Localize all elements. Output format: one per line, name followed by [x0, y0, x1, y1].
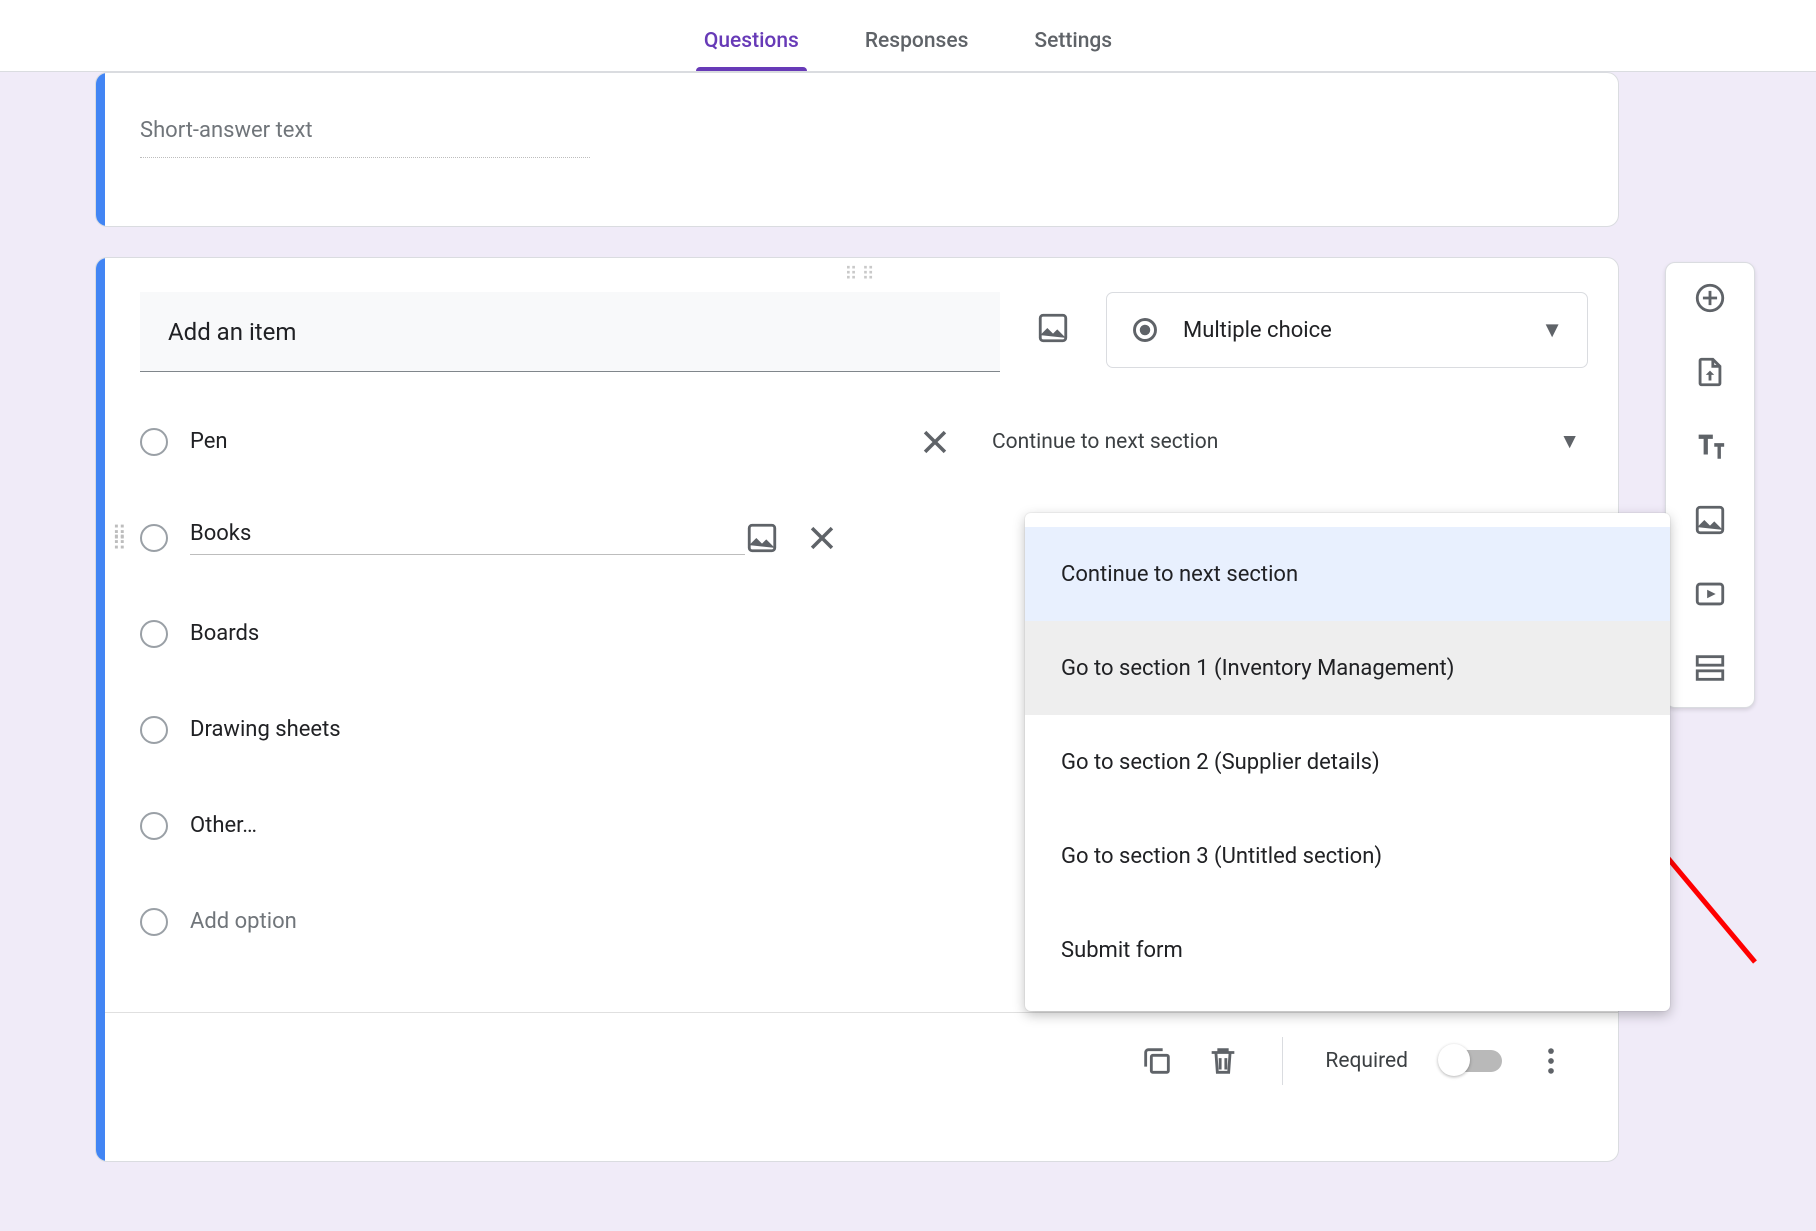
remove-option-icon[interactable] [805, 521, 839, 555]
option-drag-handle[interactable]: ⠿⠿ [112, 528, 129, 548]
form-tabs: Questions Responses Settings [0, 0, 1816, 72]
tab-settings[interactable]: Settings [1026, 29, 1120, 71]
question-type-selector[interactable]: Multiple choice ▼ [1106, 292, 1588, 368]
add-title-button[interactable] [1693, 429, 1727, 467]
import-questions-button[interactable] [1693, 355, 1727, 393]
add-section-button[interactable] [1693, 651, 1727, 689]
required-toggle[interactable] [1440, 1050, 1502, 1072]
question-header: Add an item Multiple choice ▼ [105, 292, 1618, 372]
route-option-section3[interactable]: Go to section 3 (Untitled section) [1025, 809, 1670, 903]
image-icon [1036, 311, 1070, 345]
question-type-label: Multiple choice [1183, 318, 1332, 343]
more-options-button[interactable] [1534, 1044, 1568, 1078]
section-icon [1693, 651, 1727, 685]
import-icon [1693, 355, 1727, 389]
route-dropdown-menu[interactable]: Continue to next section Go to section 1… [1025, 513, 1670, 1011]
route-label: Continue to next section [992, 430, 1218, 454]
route-option-section1[interactable]: Go to section 1 (Inventory Management) [1025, 621, 1670, 715]
side-toolbar [1665, 262, 1755, 708]
option-radio [140, 620, 168, 648]
tab-questions[interactable]: Questions [696, 29, 807, 71]
option-text-input[interactable]: Pen [190, 429, 918, 455]
dropdown-arrow-icon: ▼ [1559, 430, 1580, 454]
question-footer: Required [105, 1012, 1618, 1108]
option-radio [140, 812, 168, 840]
tab-responses[interactable]: Responses [857, 29, 977, 71]
option-row[interactable]: Pen Continue to next section ▼ [140, 394, 1588, 490]
option-text-input[interactable]: Books [190, 521, 745, 555]
short-answer-placeholder: Short-answer text [140, 118, 313, 143]
route-option-section2[interactable]: Go to section 2 (Supplier details) [1025, 715, 1670, 809]
route-option-continue[interactable]: Continue to next section [1025, 527, 1670, 621]
route-selector[interactable]: Continue to next section ▼ [988, 414, 1588, 470]
footer-divider [1282, 1037, 1283, 1085]
delete-button[interactable] [1206, 1044, 1240, 1078]
question-add-image-button[interactable] [1022, 297, 1084, 359]
option-radio [140, 524, 168, 552]
text-icon [1693, 429, 1727, 463]
video-icon [1693, 577, 1727, 611]
question-card-short-answer[interactable]: Short-answer text [95, 72, 1619, 227]
radio-icon [1131, 316, 1159, 344]
image-icon [1693, 503, 1727, 537]
remove-option-icon[interactable] [918, 425, 952, 459]
required-label: Required [1325, 1049, 1408, 1073]
option-radio [140, 716, 168, 744]
add-image-button[interactable] [1693, 503, 1727, 541]
route-option-submit[interactable]: Submit form [1025, 903, 1670, 997]
short-answer-underline [140, 157, 590, 158]
dropdown-arrow-icon: ▼ [1541, 317, 1563, 343]
plus-circle-icon [1693, 281, 1727, 315]
form-canvas: Short-answer text ⠿⠿ Add an item Multipl… [0, 72, 1816, 1231]
option-radio [140, 428, 168, 456]
short-answer-preview: Short-answer text [140, 118, 590, 158]
duplicate-button[interactable] [1140, 1044, 1174, 1078]
card-drag-handle[interactable]: ⠿⠿ [105, 258, 1618, 292]
add-question-button[interactable] [1693, 281, 1727, 319]
add-video-button[interactable] [1693, 577, 1727, 615]
question-title-input[interactable]: Add an item [140, 292, 1000, 372]
option-image-icon[interactable] [745, 521, 779, 555]
option-radio [140, 908, 168, 936]
